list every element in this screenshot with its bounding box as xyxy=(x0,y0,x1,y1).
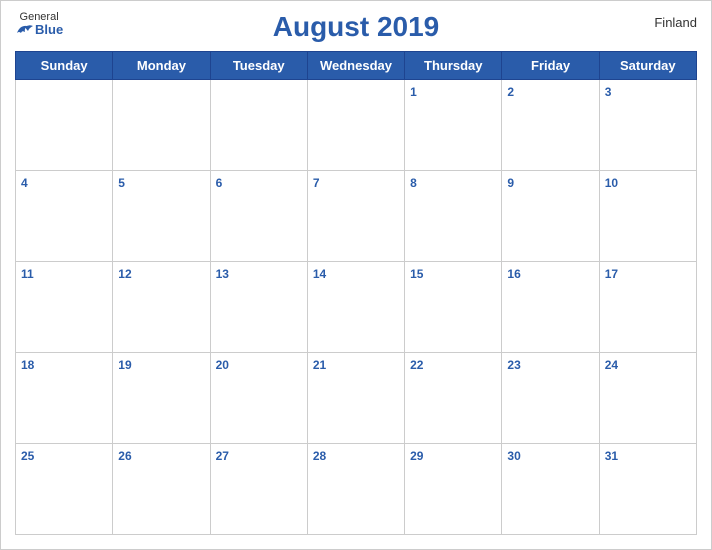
day-cell-22: 22 xyxy=(405,353,502,444)
day-number-23: 23 xyxy=(507,358,520,372)
logo-area: General Blue xyxy=(15,11,63,37)
day-cell-14: 14 xyxy=(307,262,404,353)
day-number-22: 22 xyxy=(410,358,423,372)
empty-cell xyxy=(16,80,113,171)
day-cell-17: 17 xyxy=(599,262,696,353)
day-cell-26: 26 xyxy=(113,444,210,535)
logo-bird-icon xyxy=(15,23,33,37)
day-cell-9: 9 xyxy=(502,171,599,262)
day-cell-15: 15 xyxy=(405,262,502,353)
day-cell-4: 4 xyxy=(16,171,113,262)
day-number-20: 20 xyxy=(216,358,229,372)
day-number-18: 18 xyxy=(21,358,34,372)
day-number-19: 19 xyxy=(118,358,131,372)
day-cell-6: 6 xyxy=(210,171,307,262)
day-number-27: 27 xyxy=(216,449,229,463)
day-number-4: 4 xyxy=(21,176,28,190)
day-cell-13: 13 xyxy=(210,262,307,353)
day-cell-8: 8 xyxy=(405,171,502,262)
day-cell-27: 27 xyxy=(210,444,307,535)
empty-cell xyxy=(210,80,307,171)
day-number-1: 1 xyxy=(410,85,417,99)
empty-cell xyxy=(113,80,210,171)
header-tuesday: Tuesday xyxy=(210,52,307,80)
day-cell-29: 29 xyxy=(405,444,502,535)
header-thursday: Thursday xyxy=(405,52,502,80)
day-number-26: 26 xyxy=(118,449,131,463)
day-number-8: 8 xyxy=(410,176,417,190)
day-number-15: 15 xyxy=(410,267,423,281)
day-number-2: 2 xyxy=(507,85,514,99)
empty-cell xyxy=(307,80,404,171)
day-cell-28: 28 xyxy=(307,444,404,535)
week-row-1: 1 2 3 xyxy=(16,80,697,171)
logo-blue-text: Blue xyxy=(35,23,63,37)
week-row-2: 4 5 6 7 8 9 10 xyxy=(16,171,697,262)
day-cell-19: 19 xyxy=(113,353,210,444)
day-number-13: 13 xyxy=(216,267,229,281)
day-cell-1: 1 xyxy=(405,80,502,171)
day-cell-31: 31 xyxy=(599,444,696,535)
day-cell-25: 25 xyxy=(16,444,113,535)
logo-blue-area: Blue xyxy=(15,23,63,37)
day-cell-18: 18 xyxy=(16,353,113,444)
day-cell-16: 16 xyxy=(502,262,599,353)
day-number-14: 14 xyxy=(313,267,326,281)
day-number-25: 25 xyxy=(21,449,34,463)
day-number-28: 28 xyxy=(313,449,326,463)
day-cell-5: 5 xyxy=(113,171,210,262)
header-saturday: Saturday xyxy=(599,52,696,80)
day-number-24: 24 xyxy=(605,358,618,372)
country-label: Finland xyxy=(654,15,697,30)
day-cell-30: 30 xyxy=(502,444,599,535)
day-number-29: 29 xyxy=(410,449,423,463)
week-row-3: 11 12 13 14 15 16 17 xyxy=(16,262,697,353)
day-cell-23: 23 xyxy=(502,353,599,444)
day-cell-3: 3 xyxy=(599,80,696,171)
calendar-header: General Blue August 2019 Finland xyxy=(15,11,697,43)
day-cell-12: 12 xyxy=(113,262,210,353)
week-row-5: 25 26 27 28 29 30 31 xyxy=(16,444,697,535)
day-number-12: 12 xyxy=(118,267,131,281)
day-number-30: 30 xyxy=(507,449,520,463)
day-number-9: 9 xyxy=(507,176,514,190)
header-friday: Friday xyxy=(502,52,599,80)
day-number-17: 17 xyxy=(605,267,618,281)
day-cell-24: 24 xyxy=(599,353,696,444)
header-sunday: Sunday xyxy=(16,52,113,80)
header-wednesday: Wednesday xyxy=(307,52,404,80)
header-monday: Monday xyxy=(113,52,210,80)
day-cell-7: 7 xyxy=(307,171,404,262)
calendar-table: Sunday Monday Tuesday Wednesday Thursday… xyxy=(15,51,697,535)
day-number-16: 16 xyxy=(507,267,520,281)
calendar-container: General Blue August 2019 Finland Sunday … xyxy=(0,0,712,550)
week-row-4: 18 19 20 21 22 23 24 xyxy=(16,353,697,444)
day-number-11: 11 xyxy=(21,267,34,281)
day-cell-11: 11 xyxy=(16,262,113,353)
day-number-3: 3 xyxy=(605,85,612,99)
day-number-6: 6 xyxy=(216,176,223,190)
day-number-10: 10 xyxy=(605,176,618,190)
day-cell-21: 21 xyxy=(307,353,404,444)
day-number-31: 31 xyxy=(605,449,618,463)
day-number-5: 5 xyxy=(118,176,125,190)
day-number-21: 21 xyxy=(313,358,326,372)
day-number-7: 7 xyxy=(313,176,320,190)
day-cell-10: 10 xyxy=(599,171,696,262)
day-cell-20: 20 xyxy=(210,353,307,444)
day-cell-2: 2 xyxy=(502,80,599,171)
calendar-title: August 2019 xyxy=(273,11,440,43)
weekday-header-row: Sunday Monday Tuesday Wednesday Thursday… xyxy=(16,52,697,80)
